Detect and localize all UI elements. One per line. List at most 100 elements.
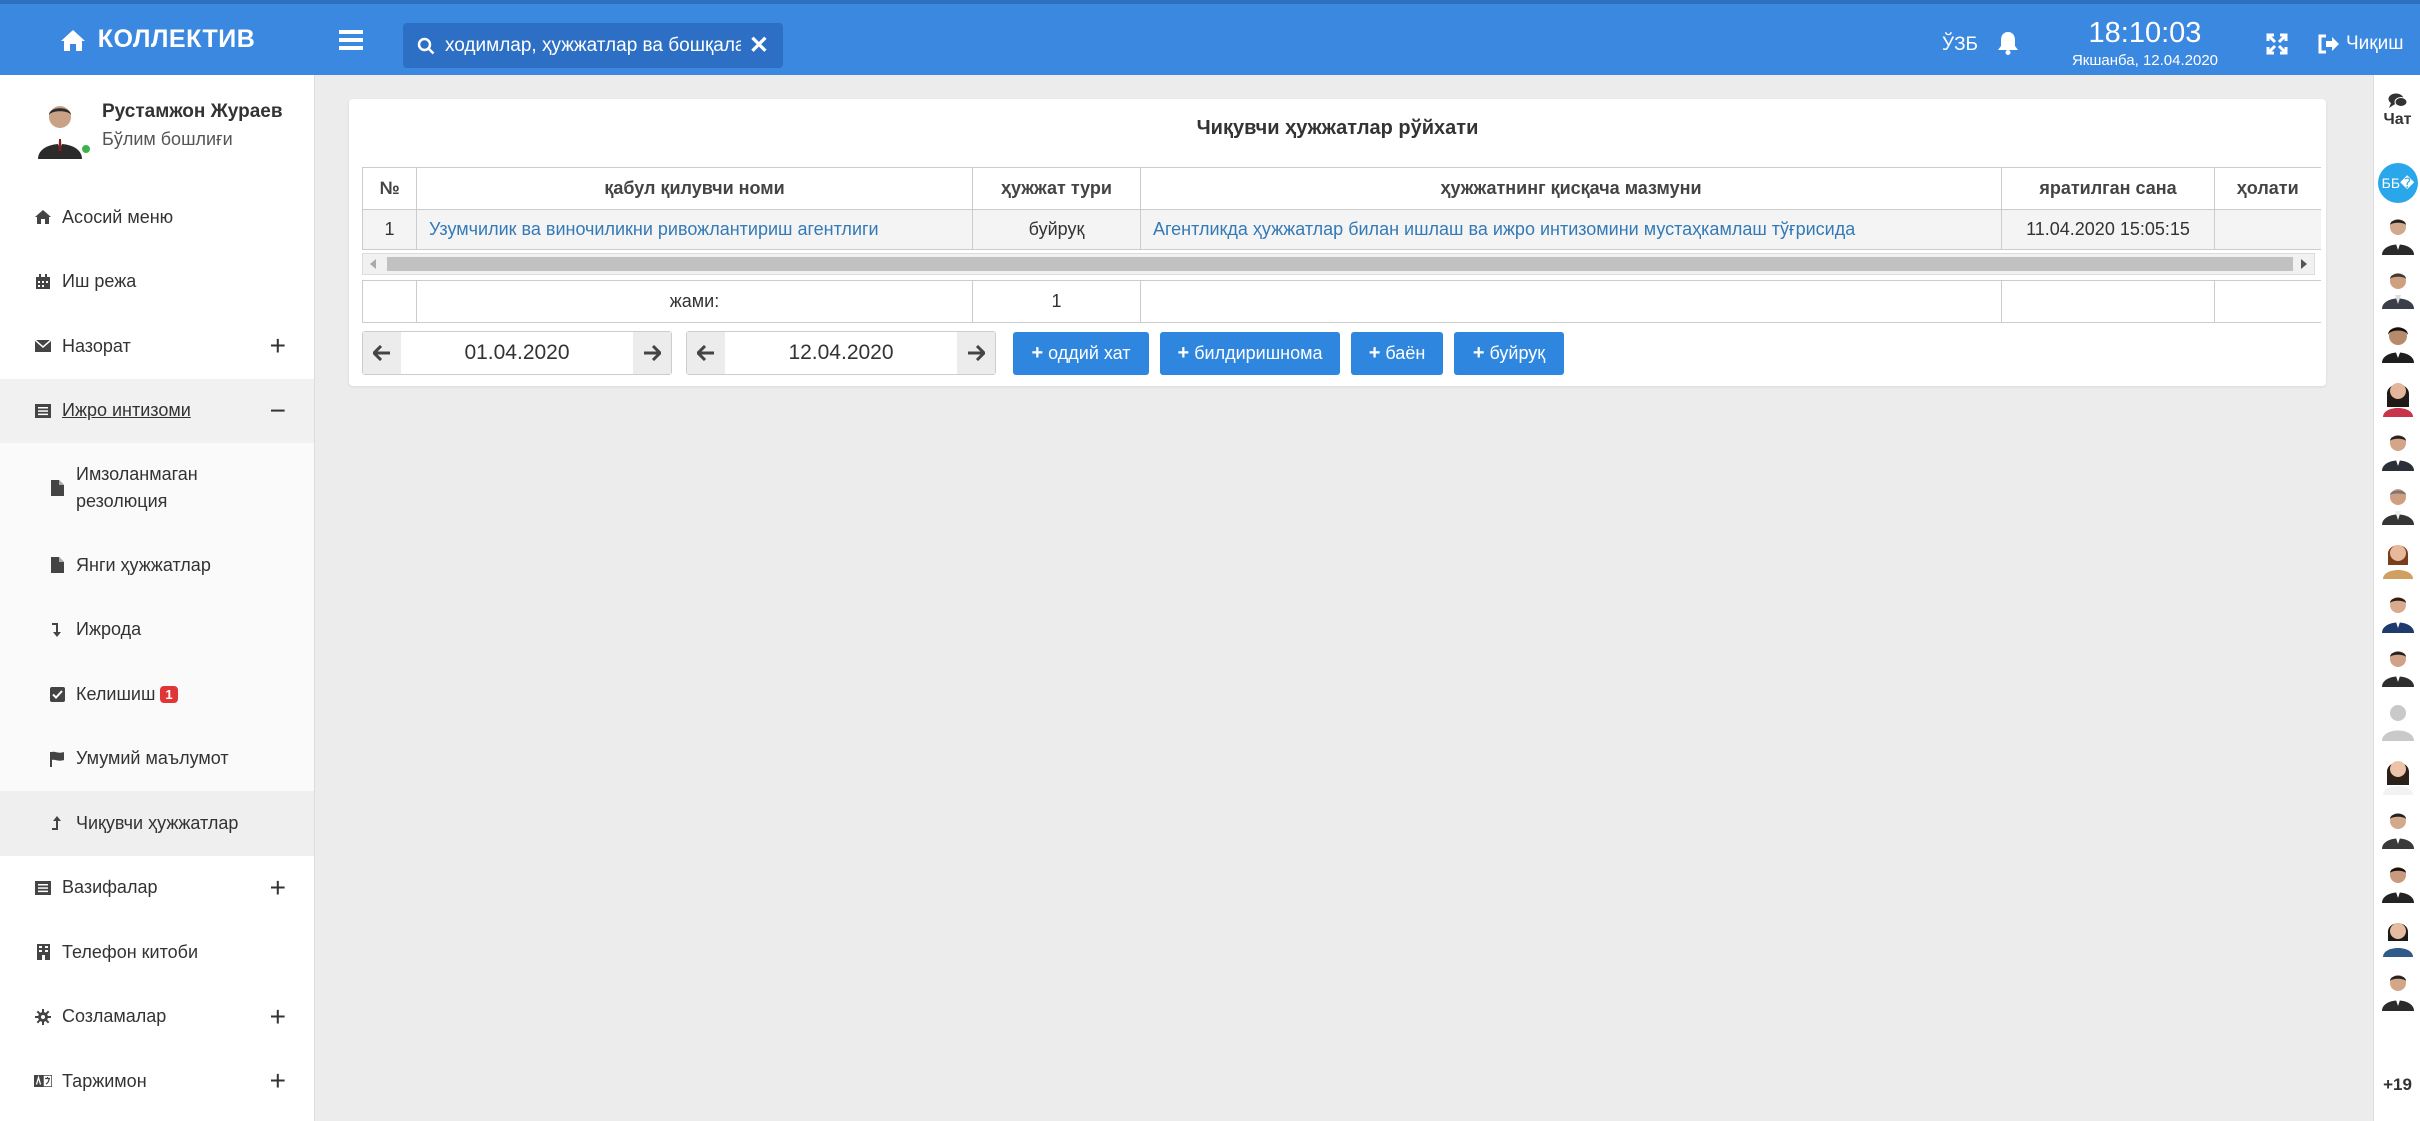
sidebar-item-agreement[interactable]: Келишиш 1 [0, 662, 314, 727]
avatar [34, 101, 92, 159]
sidebar: Рустамжон Жураев Бўлим бошлиғи Асосий ме… [0, 75, 315, 1121]
check-square-icon [48, 685, 66, 703]
contact-avatar[interactable] [2380, 647, 2416, 687]
totals-row: жами: 1 [362, 280, 2321, 323]
fullscreen-icon[interactable] [2266, 33, 2288, 55]
column-header[interactable]: № [362, 167, 417, 210]
file-icon [48, 556, 66, 574]
add-statement-button[interactable]: + баён [1351, 332, 1443, 375]
online-status-dot [80, 143, 92, 155]
contact-avatar[interactable] [2380, 215, 2416, 255]
language-switch[interactable]: ЎЗБ [1942, 34, 1978, 56]
contact-avatar[interactable] [2380, 593, 2416, 633]
column-header[interactable]: қабул қилувчи номи [416, 167, 973, 210]
contact-avatar[interactable] [2380, 323, 2416, 363]
collapse-icon[interactable]: − [270, 395, 286, 427]
contact-avatar[interactable] [2380, 971, 2416, 1011]
contact-avatar[interactable] [2380, 485, 2416, 525]
expand-icon[interactable]: + [270, 330, 286, 362]
sidebar-item-main-menu[interactable]: Асосий меню [0, 185, 314, 250]
user-profile[interactable]: Рустамжон Жураев Бўлим бошлиғи [0, 75, 314, 185]
bell-icon[interactable] [1997, 31, 2019, 55]
add-order-button[interactable]: + буйруқ [1454, 332, 1564, 375]
contact-avatar[interactable] [2380, 269, 2416, 309]
flag-icon [48, 750, 66, 768]
scrollbar-thumb[interactable] [387, 257, 2293, 271]
sidebar-item-new-documents[interactable]: Янги ҳужжатлар [0, 533, 314, 598]
document-summary-link[interactable]: Агентликда ҳужжатлар билан ишлаш ва ижро… [1140, 209, 2002, 250]
column-header[interactable]: ҳужжатнинг қисқача мазмуни [1140, 167, 2002, 210]
sidebar-item-control[interactable]: Назорат + [0, 314, 314, 379]
add-plain-letter-button[interactable]: + оддий хат [1013, 332, 1149, 375]
sidebar-item-label: Чиқувчи ҳужжатлар [76, 812, 239, 833]
translate-icon [34, 1072, 52, 1090]
contact-avatar[interactable] [2380, 539, 2416, 579]
status-cell [2214, 209, 2321, 250]
table-header-row: № қабул қилувчи номи ҳужжат тури ҳужжатн… [362, 167, 2321, 210]
search-clear-icon[interactable]: ✕ [749, 33, 769, 58]
more-contacts-count[interactable]: +19 [2374, 1075, 2420, 1095]
add-memo-button[interactable]: + билдиришнома [1160, 332, 1340, 375]
contact-avatar-placeholder[interactable] [2380, 701, 2416, 741]
sidebar-item-label: Ижрода [76, 619, 142, 640]
contacts-rail: Чат ББ� +19 [2373, 75, 2420, 1121]
menu-toggle-icon[interactable] [337, 26, 365, 54]
column-header[interactable]: ҳолати [2214, 167, 2321, 210]
arrow-left-icon[interactable] [363, 332, 401, 374]
arrow-right-icon[interactable] [957, 332, 995, 374]
sidebar-item-general-info[interactable]: Умумий маълумот [0, 727, 314, 792]
recipient-link[interactable]: Узумчилик ва виночиликни ривожлантириш а… [416, 209, 973, 250]
scroll-right-icon[interactable] [2294, 254, 2314, 274]
column-header[interactable]: яратилган сана [2001, 167, 2215, 210]
sidebar-item-tasks[interactable]: Вазифалар + [0, 856, 314, 921]
sidebar-item-translator[interactable]: Таржимон + [0, 1049, 314, 1114]
table-row[interactable]: 1 Узумчилик ва виночиликни ривожлантириш… [362, 209, 2321, 250]
logout-button[interactable]: Чиқиш [2318, 33, 2403, 55]
sidebar-item-work-schedule[interactable]: Иш режа [0, 250, 314, 315]
clock-date: Якшанба, 12.04.2020 [2071, 52, 2219, 69]
arrow-right-icon[interactable] [633, 332, 671, 374]
sidebar-item-label: Ижро интизоми [62, 400, 191, 421]
building-icon [34, 943, 52, 961]
date-from-input[interactable] [401, 332, 633, 374]
sidebar-item-phonebook[interactable]: Телефон китоби [0, 920, 314, 985]
brand[interactable]: КОЛЛЕКТИВ [0, 4, 315, 75]
contact-avatar[interactable] [2380, 863, 2416, 903]
chat-button[interactable]: Чат [2374, 93, 2420, 129]
contact-avatar[interactable] [2380, 377, 2416, 417]
sidebar-item-label: Телефон китоби [62, 941, 199, 962]
sidebar-item-label: Асосий меню [62, 206, 174, 227]
expand-icon[interactable]: + [270, 872, 286, 904]
list-icon [34, 402, 52, 420]
sidebar-item-execution[interactable]: Ижро интизоми − [0, 378, 314, 443]
arrow-left-icon[interactable] [687, 332, 725, 374]
table-horizontal-scrollbar[interactable] [362, 253, 2315, 275]
search-icon [417, 37, 435, 54]
sidebar-item-in-execution[interactable]: Ижрода [0, 598, 314, 663]
contact-avatar[interactable] [2380, 917, 2416, 957]
contact-avatar-initials[interactable]: ББ� [2378, 163, 2418, 203]
sidebar-item-label: Таржимон [62, 1070, 147, 1091]
file-icon [48, 479, 66, 497]
created-date-cell: 11.04.2020 15:05:15 [2001, 209, 2215, 250]
search-box: ✕ [403, 23, 783, 68]
scroll-left-icon[interactable] [363, 254, 383, 274]
top-bar: КОЛЛЕКТИВ ✕ ЎЗБ 18:10:03 Якшанба, 12.04.… [0, 0, 2420, 75]
date-from-picker [362, 331, 672, 375]
expand-icon[interactable]: + [270, 1001, 286, 1033]
total-value: 1 [972, 280, 1141, 323]
contact-avatar[interactable] [2380, 809, 2416, 849]
expand-icon[interactable]: + [270, 1065, 286, 1097]
sidebar-item-settings[interactable]: Созламалар + [0, 985, 314, 1050]
contact-avatar[interactable] [2380, 755, 2416, 795]
sidebar-item-unsigned-resolution[interactable]: Имзоланмаган резолюция [0, 443, 314, 533]
plus-icon: + [1031, 342, 1044, 364]
search-input[interactable] [445, 34, 741, 57]
documents-table: № қабул қилувчи номи ҳужжат тури ҳужжатн… [362, 167, 2321, 250]
level-up-icon [48, 814, 66, 832]
sidebar-item-outgoing-documents[interactable]: Чиқувчи ҳужжатлар [0, 791, 314, 856]
agreement-count-badge: 1 [160, 685, 178, 703]
column-header[interactable]: ҳужжат тури [972, 167, 1141, 210]
contact-avatar[interactable] [2380, 431, 2416, 471]
date-to-input[interactable] [725, 332, 957, 374]
